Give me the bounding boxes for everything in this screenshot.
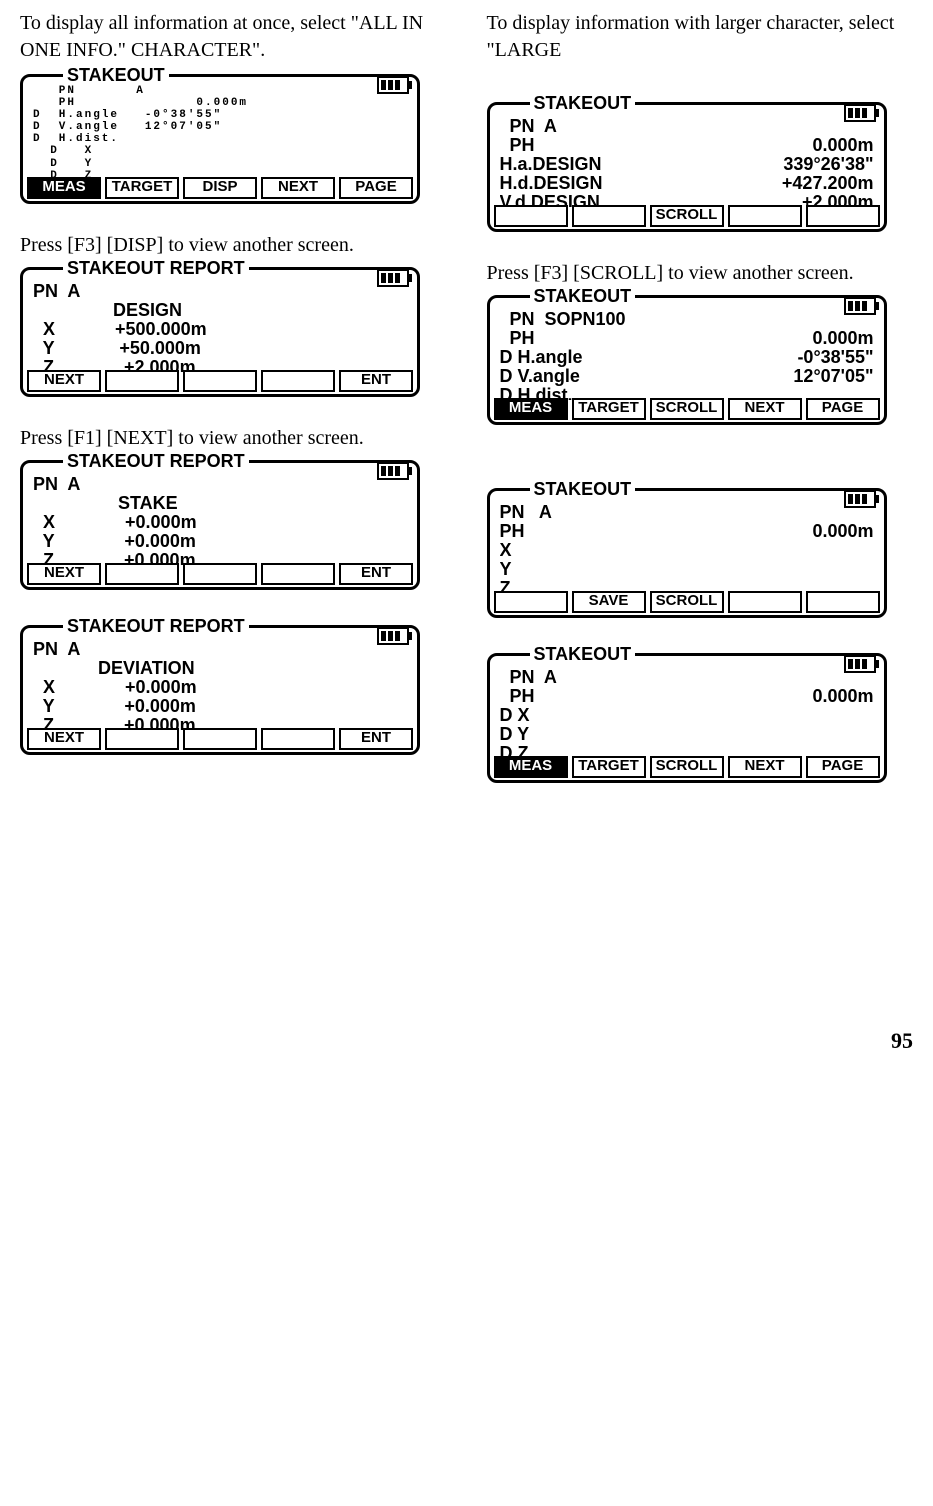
lcd-title: STAKEOUT — [63, 65, 169, 86]
lcd-title: STAKEOUT — [530, 286, 636, 307]
softkey[interactable]: DISP — [183, 177, 257, 199]
softkey[interactable] — [261, 728, 335, 750]
softkey[interactable] — [183, 563, 257, 585]
lcd-title: STAKEOUT REPORT — [63, 258, 249, 279]
softkeys: NEXT ENT — [27, 563, 413, 585]
lcd-left-3: STAKEOUT REPORT PN A STAKE X +0.000m Y +… — [20, 460, 420, 590]
caption: Press [F1] [NEXT] to view another screen… — [20, 427, 447, 450]
softkey[interactable]: PAGE — [806, 398, 880, 420]
softkey[interactable]: ENT — [339, 370, 413, 392]
lcd-body: PN A PH 0.000m D H.angle -0°38'55" D V.a… — [33, 85, 407, 179]
caption: Press [F3] [DISP] to view another screen… — [20, 234, 447, 257]
softkeys: MEASTARGETSCROLLNEXTPAGE — [494, 756, 880, 778]
lcd-title: STAKEOUT — [530, 93, 636, 114]
softkey[interactable] — [183, 370, 257, 392]
lcd-right-4: STAKEOUT PN A PH0.000mD XD YD Z MEASTARG… — [487, 653, 887, 783]
softkey[interactable]: NEXT — [728, 756, 802, 778]
softkey[interactable]: MEAS — [494, 756, 568, 778]
lcd-title: STAKEOUT — [530, 644, 636, 665]
lcd-title: STAKEOUT REPORT — [63, 451, 249, 472]
softkey[interactable] — [494, 591, 568, 613]
softkey[interactable] — [261, 370, 335, 392]
page-number: 95 — [20, 1028, 913, 1054]
softkey[interactable] — [494, 205, 568, 227]
softkey[interactable]: NEXT — [27, 728, 101, 750]
softkey[interactable]: SAVE — [572, 591, 646, 613]
lcd-body: PN A DEVIATION X +0.000m Y +0.000m Z +0.… — [33, 640, 407, 730]
softkey[interactable]: TARGET — [572, 398, 646, 420]
softkeys: NEXT ENT — [27, 370, 413, 392]
softkey[interactable]: PAGE — [339, 177, 413, 199]
softkey[interactable]: MEAS — [494, 398, 568, 420]
softkey[interactable] — [183, 728, 257, 750]
caption: Press [F3] [SCROLL] to view another scre… — [487, 262, 914, 285]
lcd-body: PN A PH0.000mH.a.DESIGN339°26'38"H.d.DES… — [500, 117, 874, 207]
softkeys: SAVESCROLL — [494, 591, 880, 613]
lcd-left-1: STAKEOUT PN A PH 0.000m D H.angle -0°38'… — [20, 74, 420, 204]
softkey[interactable]: NEXT — [261, 177, 335, 199]
softkey[interactable] — [261, 563, 335, 585]
intro-left: To display all information at once, sele… — [20, 10, 447, 64]
softkeys: MEASTARGETSCROLLNEXTPAGE — [494, 398, 880, 420]
softkey[interactable] — [572, 205, 646, 227]
intro-right: To display information with larger chara… — [487, 10, 914, 64]
softkeys: SCROLL — [494, 205, 880, 227]
lcd-left-2: STAKEOUT REPORT PN A DESIGN X +500.000m … — [20, 267, 420, 397]
softkey[interactable]: ENT — [339, 728, 413, 750]
lcd-body: PN SOPN100 PH0.000mD H.angle-0°38'55"D V… — [500, 310, 874, 400]
softkey[interactable]: ENT — [339, 563, 413, 585]
softkeys: NEXT ENT — [27, 728, 413, 750]
softkey[interactable] — [728, 591, 802, 613]
softkeys: MEASTARGETDISPNEXTPAGE — [27, 177, 413, 199]
softkey[interactable]: SCROLL — [650, 756, 724, 778]
softkey[interactable]: NEXT — [27, 370, 101, 392]
lcd-title: STAKEOUT REPORT — [63, 616, 249, 637]
softkey[interactable] — [806, 591, 880, 613]
softkey[interactable]: TARGET — [572, 756, 646, 778]
softkey[interactable]: TARGET — [105, 177, 179, 199]
softkey[interactable] — [105, 370, 179, 392]
softkey[interactable] — [105, 563, 179, 585]
softkey[interactable] — [105, 728, 179, 750]
lcd-body: PN A PH0.000mD XD YD Z — [500, 668, 874, 758]
softkey[interactable]: PAGE — [806, 756, 880, 778]
softkey[interactable]: NEXT — [728, 398, 802, 420]
softkey[interactable]: SCROLL — [650, 591, 724, 613]
softkey[interactable]: NEXT — [27, 563, 101, 585]
lcd-left-4: STAKEOUT REPORT PN A DEVIATION X +0.000m… — [20, 625, 420, 755]
lcd-body: PN A DESIGN X +500.000m Y +50.000m Z +2.… — [33, 282, 407, 372]
softkey[interactable] — [728, 205, 802, 227]
lcd-body: PN A STAKE X +0.000m Y +0.000m Z +0.000m — [33, 475, 407, 565]
softkey[interactable]: MEAS — [27, 177, 101, 199]
lcd-body: PN APH0.000mXYZ — [500, 503, 874, 593]
softkey[interactable]: SCROLL — [650, 398, 724, 420]
lcd-right-2: STAKEOUT PN SOPN100 PH0.000mD H.angle-0°… — [487, 295, 887, 425]
softkey[interactable]: SCROLL — [650, 205, 724, 227]
lcd-right-3: STAKEOUT PN APH0.000mXYZ SAVESCROLL — [487, 488, 887, 618]
lcd-title: STAKEOUT — [530, 479, 636, 500]
lcd-right-1: STAKEOUT PN A PH0.000mH.a.DESIGN339°26'3… — [487, 102, 887, 232]
softkey[interactable] — [806, 205, 880, 227]
